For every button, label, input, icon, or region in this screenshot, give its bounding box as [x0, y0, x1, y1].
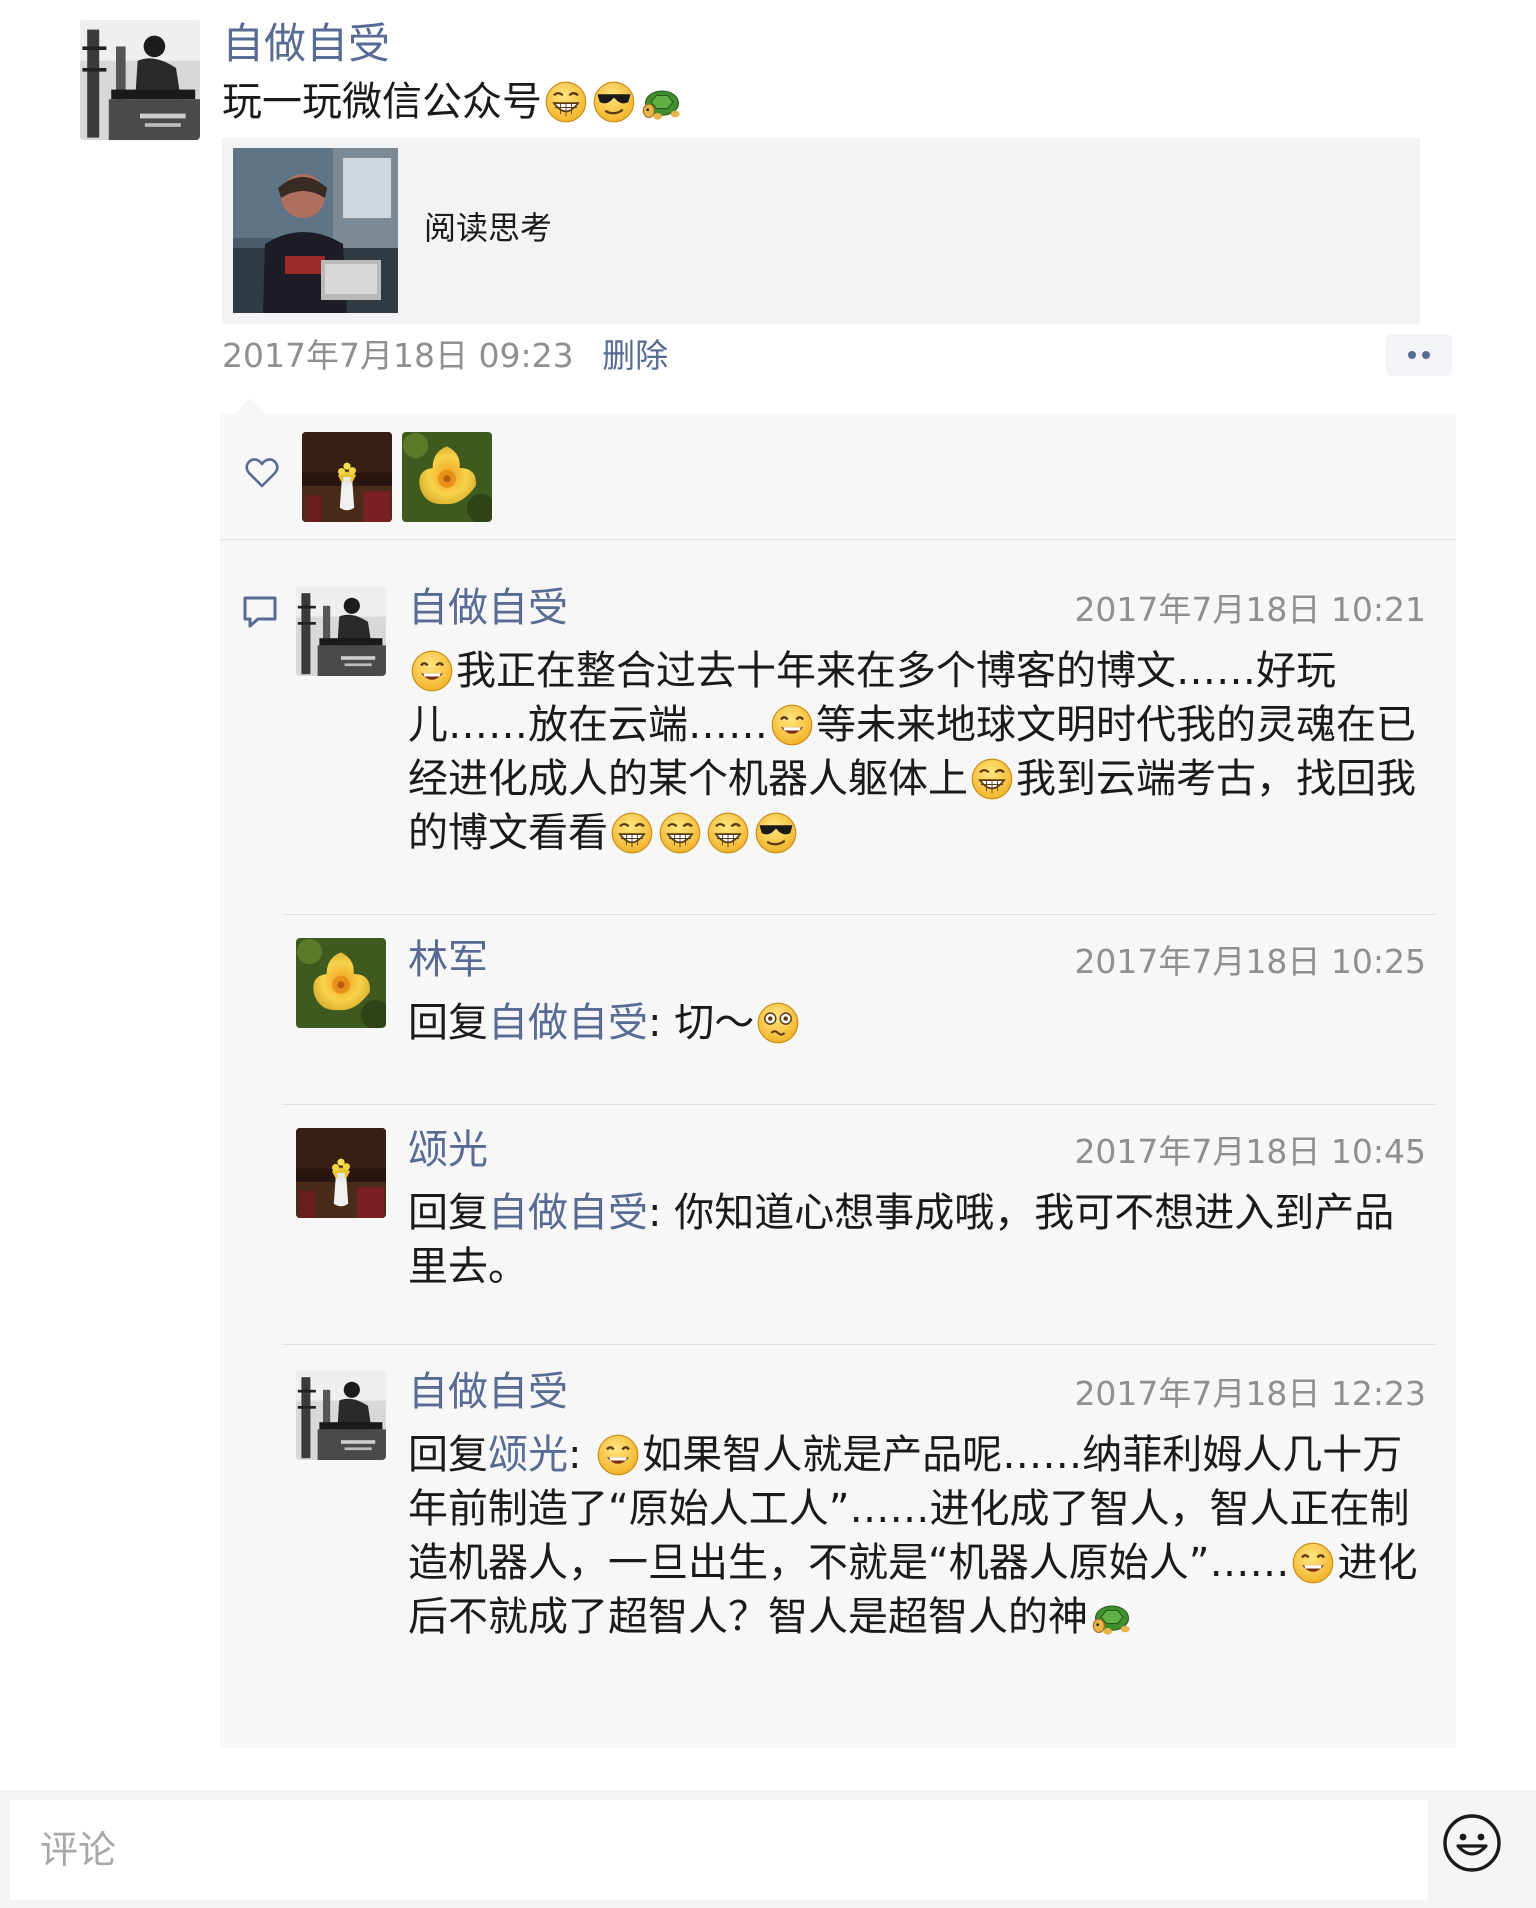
comment-item: 自做自受 2017年7月18日 12:23 回复颂光: 如果智人就是产品呢……纳… — [220, 1364, 1456, 1744]
shared-article-card[interactable]: 阅读思考 — [222, 138, 1420, 324]
panel-pointer — [234, 398, 266, 414]
more-dots-icon — [1408, 351, 1430, 359]
reply-target-link[interactable]: 颂光 — [488, 1432, 568, 1478]
comment-author[interactable]: 颂光 — [408, 1124, 488, 1176]
comment-body: 回复颂光: 如果智人就是产品呢……纳菲利姆人几十万年前制造了“原始人工人”……进… — [408, 1428, 1434, 1644]
grin-emoji — [970, 757, 1014, 801]
comment-divider — [282, 914, 1436, 915]
post-meta: 2017年7月18日 09:23 删除 — [222, 334, 668, 378]
post-text-content: 玩一玩微信公众号 — [222, 79, 542, 125]
turtle-emoji — [640, 80, 684, 124]
comment-time: 2017年7月18日 10:25 — [1074, 942, 1426, 981]
comment-divider — [282, 1104, 1436, 1105]
turtle-emoji — [1090, 1595, 1134, 1639]
comment-time: 2017年7月18日 10:21 — [1074, 590, 1426, 629]
grin-emoji — [706, 811, 750, 855]
comment-text: : — [568, 1432, 595, 1478]
delete-link[interactable]: 删除 — [602, 336, 668, 375]
grin-emoji — [544, 80, 588, 124]
smile-emoji — [410, 649, 454, 693]
post-author-name[interactable]: 自做自受 — [222, 18, 390, 70]
heart-icon — [245, 458, 279, 488]
likes-row — [220, 414, 1456, 540]
comment-body: 回复自做自受: 切～ — [408, 996, 1434, 1050]
reply-prefix: 回复 — [408, 1000, 488, 1046]
comment-avatar[interactable] — [296, 1370, 386, 1460]
comment-author[interactable]: 自做自受 — [408, 1366, 568, 1418]
post-author-avatar[interactable] — [80, 20, 200, 140]
like-avatar-vase[interactable] — [302, 432, 392, 522]
grin-emoji — [610, 811, 654, 855]
likes-comments-panel: 自做自受 2017年7月18日 10:21 我正在整合过去十年来在多个博客的博文… — [220, 414, 1456, 1748]
grin-emoji — [658, 811, 702, 855]
comment-input[interactable] — [10, 1800, 1428, 1900]
comment-avatar[interactable] — [296, 1128, 386, 1218]
reply-target-link[interactable]: 自做自受 — [488, 1190, 648, 1236]
comment-item: 林军 2017年7月18日 10:25 回复自做自受: 切～ — [220, 932, 1456, 1082]
reply-prefix: 回复 — [408, 1432, 488, 1478]
comment-item: 自做自受 2017年7月18日 10:21 我正在整合过去十年来在多个博客的博文… — [220, 582, 1456, 882]
comment-composer — [0, 1790, 1536, 1908]
comment-time: 2017年7月18日 10:45 — [1074, 1132, 1426, 1171]
comment-avatar[interactable] — [296, 938, 386, 1028]
comment-item: 颂光 2017年7月18日 10:45 回复自做自受: 你知道心想事成哦，我可不… — [220, 1122, 1456, 1322]
smile-emoji — [770, 703, 814, 747]
comment-author[interactable]: 林军 — [408, 934, 488, 986]
reply-target-link[interactable]: 自做自受 — [488, 1000, 648, 1046]
shared-article-title: 阅读思考 — [424, 209, 553, 247]
sunglasses-emoji — [592, 80, 636, 124]
comment-avatar[interactable] — [296, 586, 386, 676]
comment-body: 回复自做自受: 你知道心想事成哦，我可不想进入到产品里去。 — [408, 1186, 1434, 1294]
like-avatar-flower[interactable] — [402, 432, 492, 522]
post-text: 玩一玩微信公众号 — [222, 76, 686, 128]
smile-emoji — [596, 1433, 640, 1477]
smile-emoji — [1291, 1541, 1335, 1585]
comment-divider — [282, 1344, 1436, 1345]
emoji-picker-icon[interactable] — [1441, 1812, 1503, 1874]
dizzy-emoji — [756, 1001, 800, 1045]
shared-article-thumbnail — [233, 148, 398, 313]
sunglasses-emoji — [754, 811, 798, 855]
comment-time: 2017年7月18日 12:23 — [1074, 1374, 1426, 1413]
comment-text: : 切～ — [648, 1000, 755, 1046]
post-timestamp: 2017年7月18日 09:23 — [222, 336, 574, 375]
comment-author[interactable]: 自做自受 — [408, 582, 568, 634]
reply-prefix: 回复 — [408, 1190, 488, 1236]
more-actions-button[interactable] — [1386, 334, 1452, 376]
comment-body: 我正在整合过去十年来在多个博客的博文……好玩儿……放在云端…… 等未来地球文明时代… — [408, 644, 1434, 860]
